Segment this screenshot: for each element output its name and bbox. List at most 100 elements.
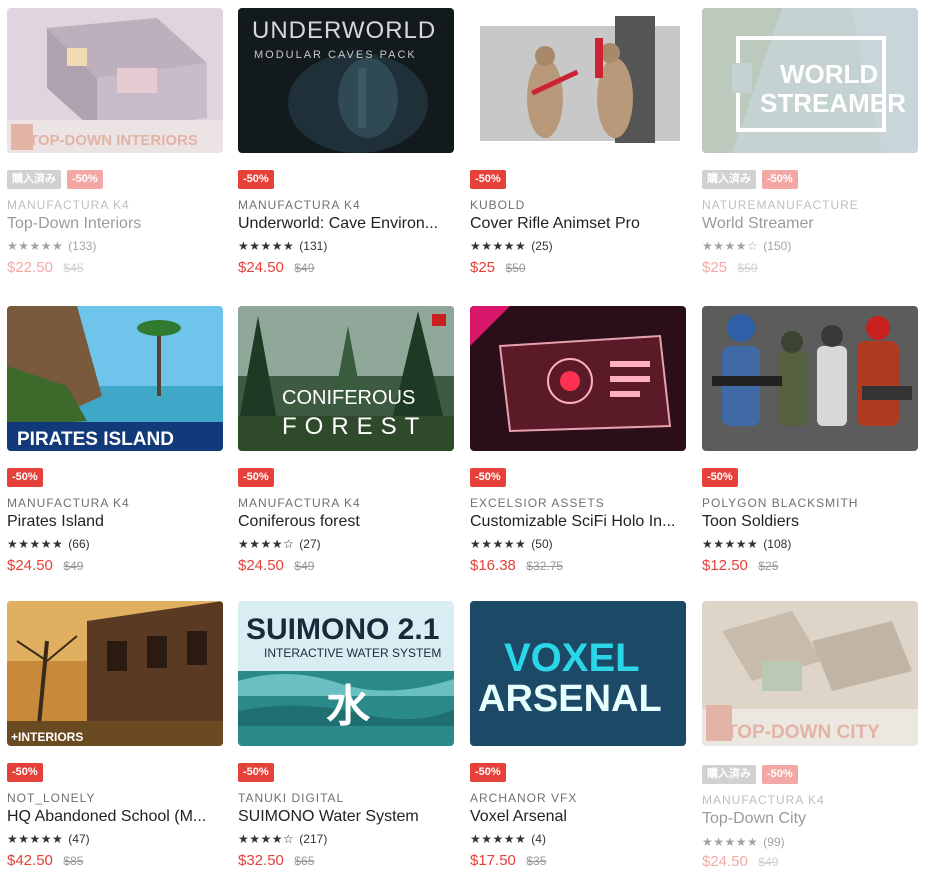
badge-row: -50%: [238, 763, 274, 783]
product-title[interactable]: Cover Rifle Animset Pro: [470, 215, 686, 233]
star-rating-icon: ★★★★★: [702, 537, 759, 551]
rating: ★★★★☆ (27): [238, 537, 321, 551]
thumb-title: SUIMONO 2.1: [246, 613, 439, 646]
original-price: $45: [63, 261, 84, 275]
sale-price: $16.38: [470, 557, 516, 574]
star-rating-icon: ★★★★☆: [238, 832, 295, 846]
publisher-name[interactable]: MANUFACTURA K4: [238, 198, 361, 212]
toon-soldiers-image[interactable]: [702, 306, 918, 451]
product-card[interactable]: SUIMONO 2.1 INTERACTIVE WATER SYSTEM 水 -…: [238, 601, 454, 873]
island-image[interactable]: PIRATES ISLAND: [7, 306, 223, 451]
publisher-name[interactable]: NATUREMANUFACTURE: [702, 198, 859, 212]
review-count: (133): [68, 239, 97, 253]
sale-badge: -50%: [238, 468, 274, 487]
forest-image[interactable]: CONIFEROUS FOREST: [238, 306, 454, 451]
star-rating-icon: ★★★★☆: [702, 239, 759, 253]
original-price: $49: [63, 559, 84, 573]
badge-row: -50%: [470, 763, 506, 783]
sale-price: $25: [702, 259, 728, 276]
sale-price: $17.50: [470, 852, 516, 869]
product-title[interactable]: Coniferous forest: [238, 513, 454, 531]
thumb-title: WORLD: [780, 59, 878, 89]
price-row: $32.50 $65: [238, 852, 314, 870]
publisher-name[interactable]: EXCELSIOR ASSETS: [470, 496, 605, 510]
product-title[interactable]: SUIMONO Water System: [238, 808, 454, 826]
rating: ★★★★★ (25): [470, 239, 553, 253]
soldier-figures-image[interactable]: [470, 8, 686, 153]
product-card[interactable]: WORLD STREAMER 購入済み -50% NATUREMANUFACTU…: [702, 8, 918, 288]
review-count: (50): [531, 537, 553, 551]
thumb-title: TOP-DOWN CITY: [726, 722, 880, 743]
original-price: $49: [758, 855, 779, 869]
product-card[interactable]: -50% POLYGON BLACKSMITH Toon Soldiers ★★…: [702, 306, 918, 586]
product-card[interactable]: TOP-DOWN CITY 購入済み -50% MANUFACTURA K4 T…: [702, 601, 918, 873]
sale-badge: -50%: [7, 763, 43, 782]
publisher-name[interactable]: NOT_LONELY: [7, 791, 95, 805]
interior-room-image[interactable]: TOP-DOWN INTERIORS: [7, 8, 223, 153]
product-title[interactable]: HQ Abandoned School (M...: [7, 808, 223, 826]
product-card[interactable]: TOP-DOWN INTERIORS 購入済み -50% MANUFACTURA…: [7, 8, 223, 288]
cave-image[interactable]: UNDERWORLD MODULAR CAVES PACK: [238, 8, 454, 153]
product-card[interactable]: PIRATES ISLAND -50% MANUFACTURA K4 Pirat…: [7, 306, 223, 586]
publisher-name[interactable]: KUBOLD: [470, 198, 525, 212]
city-image[interactable]: TOP-DOWN CITY: [702, 601, 918, 746]
landscape-image[interactable]: WORLD STREAMER: [702, 8, 918, 153]
product-title[interactable]: Pirates Island: [7, 513, 223, 531]
publisher-name[interactable]: ARCHANOR VFX: [470, 791, 577, 805]
product-card[interactable]: -50% EXCELSIOR ASSETS Customizable SciFi…: [470, 306, 686, 586]
product-title[interactable]: Voxel Arsenal: [470, 808, 686, 826]
thumb-title: PIRATES ISLAND: [17, 429, 174, 450]
sale-badge: -50%: [67, 170, 103, 189]
review-count: (66): [68, 537, 90, 551]
product-card[interactable]: UNDERWORLD MODULAR CAVES PACK -50% MANUF…: [238, 8, 454, 288]
original-price: $35: [526, 854, 547, 868]
star-rating-icon: ★★★★★: [7, 537, 64, 551]
publisher-name[interactable]: POLYGON BLACKSMITH: [702, 496, 858, 510]
badge-row: -50%: [702, 468, 738, 488]
star-rating-icon: ★★★★★: [470, 239, 527, 253]
holo-interface-image[interactable]: [470, 306, 686, 451]
product-title[interactable]: Customizable SciFi Holo In...: [470, 513, 686, 531]
product-card[interactable]: -50% KUBOLD Cover Rifle Animset Pro ★★★★…: [470, 8, 686, 288]
product-card[interactable]: +INTERIORS -50% NOT_LONELY HQ Abandoned …: [7, 601, 223, 873]
publisher-name[interactable]: MANUFACTURA K4: [7, 496, 130, 510]
product-grid: TOP-DOWN INTERIORS 購入済み -50% MANUFACTURA…: [0, 0, 933, 873]
thumb-subtitle: ARSENAL: [478, 678, 662, 720]
sale-price: $42.50: [7, 852, 53, 869]
school-image[interactable]: +INTERIORS: [7, 601, 223, 746]
review-count: (217): [299, 832, 328, 846]
product-card[interactable]: CONIFEROUS FOREST -50% MANUFACTURA K4 Co…: [238, 306, 454, 586]
product-card[interactable]: VOXEL ARSENAL -50% ARCHANOR VFX Voxel Ar…: [470, 601, 686, 873]
rating: ★★★★★ (108): [702, 537, 791, 551]
badge-row: -50%: [238, 468, 274, 488]
star-rating-icon: ★★★★★: [470, 832, 527, 846]
publisher-name[interactable]: MANUFACTURA K4: [7, 198, 130, 212]
publisher-name[interactable]: MANUFACTURA K4: [238, 496, 361, 510]
thumb-subtitle: FOREST: [282, 413, 427, 440]
rating: ★★★★☆ (150): [702, 239, 791, 253]
price-row: $24.50 $49: [238, 557, 314, 575]
product-title[interactable]: Top-Down Interiors: [7, 215, 223, 233]
water-image[interactable]: SUIMONO 2.1 INTERACTIVE WATER SYSTEM 水: [238, 601, 454, 746]
badge-row: -50%: [470, 170, 506, 190]
product-title[interactable]: Underworld: Cave Environ...: [238, 215, 454, 233]
star-rating-icon: ★★★★★: [702, 835, 759, 849]
review-count: (99): [763, 835, 785, 849]
publisher-name[interactable]: TANUKI DIGITAL: [238, 791, 344, 805]
badge-row: -50%: [238, 170, 274, 190]
owned-badge: 購入済み: [702, 765, 756, 784]
voxel-image[interactable]: VOXEL ARSENAL: [470, 601, 686, 746]
sale-price: $25: [470, 259, 496, 276]
star-rating-icon: ★★★★★: [7, 832, 64, 846]
price-row: $12.50 $25: [702, 557, 778, 575]
original-price: $50: [737, 261, 758, 275]
thumb-subtitle: STREAMER: [760, 88, 906, 118]
publisher-name[interactable]: MANUFACTURA K4: [702, 793, 825, 807]
product-title[interactable]: Top-Down City: [702, 810, 918, 828]
sale-badge: -50%: [470, 170, 506, 189]
sale-price: $24.50: [238, 259, 284, 276]
rating: ★★★★★ (99): [702, 835, 785, 849]
product-title[interactable]: World Streamer: [702, 215, 918, 233]
sale-price: $32.50: [238, 852, 284, 869]
product-title[interactable]: Toon Soldiers: [702, 513, 918, 531]
